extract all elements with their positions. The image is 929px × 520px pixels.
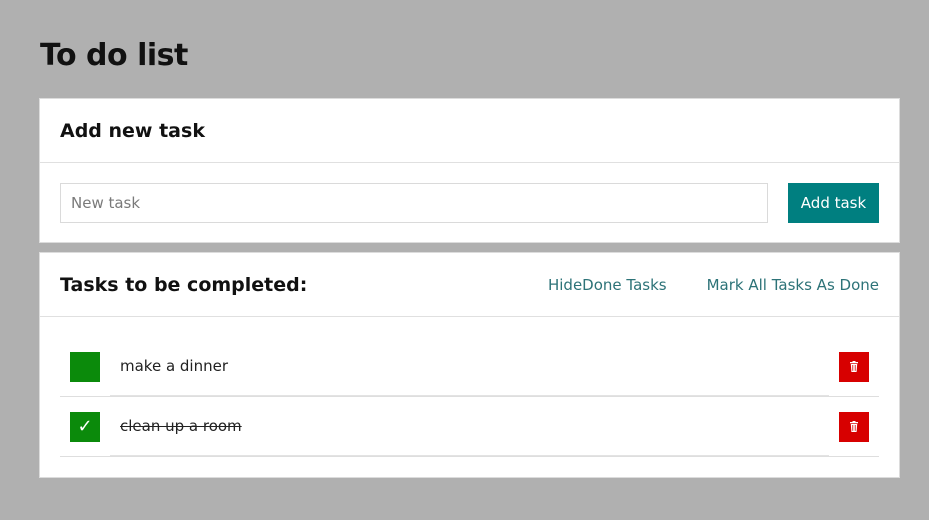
trash-icon: [850, 361, 858, 372]
add-task-header: Add new task: [40, 99, 899, 163]
add-task-form: Add task: [40, 163, 899, 223]
task-list-header: Tasks to be completed: HideDone Tasks Ma…: [40, 253, 899, 317]
task-list-section: Tasks to be completed: HideDone Tasks Ma…: [39, 252, 900, 478]
toggle-done-button[interactable]: ✓: [70, 411, 100, 442]
remove-task-button[interactable]: [839, 351, 869, 382]
task-content: clean up a room: [110, 397, 829, 456]
task-list: make a dinner ✓ clean up a room: [40, 317, 899, 457]
task-list-heading: Tasks to be completed:: [60, 273, 308, 296]
task-item: make a dinner: [60, 337, 879, 397]
task-item: ✓ clean up a room: [60, 397, 879, 457]
add-task-button[interactable]: Add task: [788, 183, 879, 223]
hide-done-button[interactable]: HideDone Tasks: [548, 276, 667, 294]
add-task-heading: Add new task: [60, 119, 205, 142]
mark-all-done-button[interactable]: Mark All Tasks As Done: [707, 276, 879, 294]
task-content: make a dinner: [110, 337, 829, 396]
add-task-section: Add new task Add task: [39, 98, 900, 243]
trash-icon: [850, 421, 858, 432]
remove-task-button[interactable]: [839, 411, 869, 442]
page-title: To do list: [40, 38, 188, 73]
toggle-done-button[interactable]: [70, 351, 100, 382]
task-list-actions: HideDone Tasks Mark All Tasks As Done: [548, 276, 879, 294]
new-task-input[interactable]: [60, 183, 768, 223]
